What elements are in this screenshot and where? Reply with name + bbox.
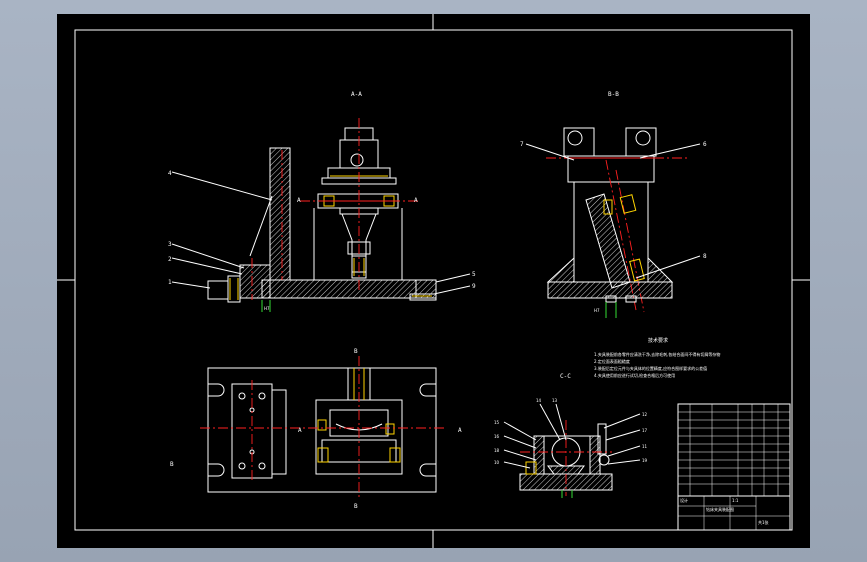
side-view-title: B-B bbox=[608, 91, 619, 98]
balloon-12: 12 bbox=[642, 412, 648, 417]
balloon-16: 16 bbox=[494, 434, 500, 439]
top-view-mark: B bbox=[354, 348, 358, 355]
balloon-8: 8 bbox=[703, 253, 707, 260]
balloon-13: 13 bbox=[552, 398, 558, 403]
support-block bbox=[239, 264, 271, 299]
balloon-18: 11 bbox=[642, 444, 648, 449]
balloon-17: 17 bbox=[642, 428, 648, 433]
top-section-mark-right: A bbox=[458, 427, 462, 434]
balloon-5: 5 bbox=[472, 271, 476, 278]
balloon-2: 2 bbox=[168, 256, 172, 263]
balloon-9: 9 bbox=[472, 283, 476, 290]
tech-req-line-4: 4.夹具使用前应进行试切,检查合格后方可使用 bbox=[594, 372, 675, 378]
drawing-name: 钻床夹具装配图 bbox=[706, 506, 734, 512]
section-mark-left: A bbox=[297, 197, 301, 204]
svg-text:H7: H7 bbox=[264, 306, 270, 311]
detail-view-title: C-C bbox=[560, 373, 571, 380]
balloon-6: 6 bbox=[703, 141, 707, 148]
tech-req-line-3: 3.装配后定位元件与夹具体的位置精度,应符合图样要求的公差值 bbox=[594, 365, 707, 371]
left-cut-mark: B bbox=[170, 461, 174, 468]
balloon-7: 7 bbox=[520, 141, 524, 148]
sheet-count: 共1张 bbox=[758, 519, 769, 525]
tech-req-line-1: 1.夹具装配前各零件应清洗干净,去除毛刺,各结合面间不得有切屑等杂物 bbox=[594, 351, 720, 357]
balloon-19: 19 bbox=[642, 458, 648, 463]
vertical-plate bbox=[269, 147, 291, 281]
cut-mark-bottom: B bbox=[354, 503, 358, 510]
balloon-15: 15 bbox=[494, 420, 500, 425]
svg-text:H7: H7 bbox=[594, 308, 600, 313]
designer-label: 设计 bbox=[680, 497, 688, 503]
tech-req-title: 技术要求 bbox=[648, 337, 668, 344]
balloon-4: 4 bbox=[168, 170, 172, 177]
tech-req-line-2: 2.定位面表面粗糙度 bbox=[594, 358, 630, 364]
cad-drawing-canvas: A-A A A H7 4 3 2 1 5 9 B-B H7 7 6 8 B A … bbox=[57, 14, 810, 548]
balloon-11: 18 bbox=[494, 448, 500, 453]
section-mark-right: A bbox=[414, 197, 418, 204]
balloon-10: 10 bbox=[494, 460, 500, 465]
balloon-14: 14 bbox=[536, 398, 542, 403]
front-view-title: A-A bbox=[351, 91, 362, 98]
top-section-mark: A bbox=[298, 427, 302, 434]
balloon-3: 3 bbox=[168, 241, 172, 248]
balloon-1: 1 bbox=[168, 279, 172, 286]
scale-value: 1:1 bbox=[732, 498, 739, 503]
